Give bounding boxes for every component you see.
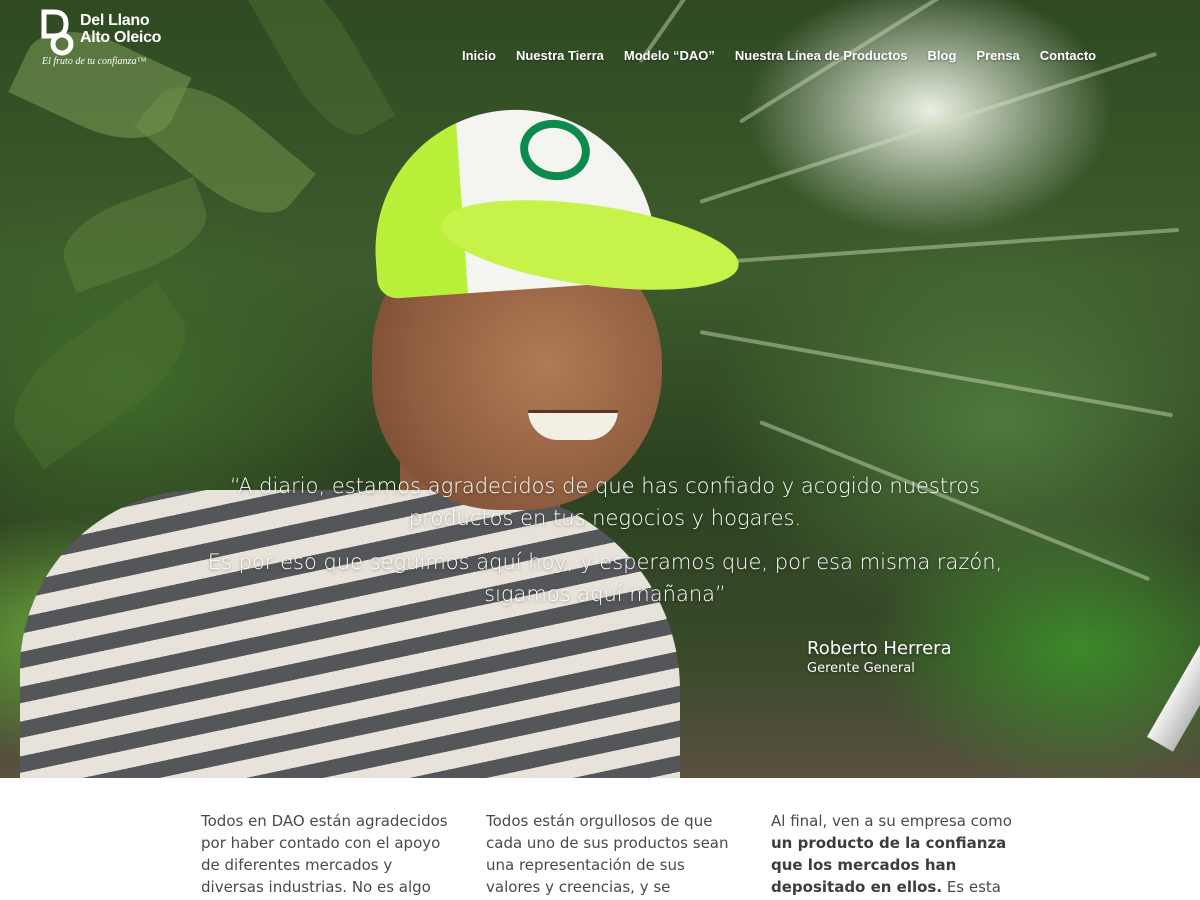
brand-name-line1: Del Llano bbox=[80, 12, 150, 29]
col3-intro: Al final, ven a su empresa como bbox=[771, 812, 1012, 830]
nav-item-inicio[interactable]: Inicio bbox=[462, 48, 496, 63]
palm-frond bbox=[699, 330, 1174, 418]
intro-columns: Todos en DAO están agradecidos por haber… bbox=[201, 810, 1021, 900]
intro-column-1: Todos en DAO están agradecidos por haber… bbox=[201, 812, 448, 896]
site-logo[interactable]: Del Llano Alto Oleico El fruto de tu con… bbox=[40, 8, 200, 68]
nav-item-blog[interactable]: Blog bbox=[928, 48, 957, 63]
intro-column-2: Todos están orgullosos de que cada uno d… bbox=[486, 812, 729, 896]
palm-frond bbox=[719, 227, 1180, 264]
hero-quote: “A diario, estamos agradecidos de que ha… bbox=[190, 470, 1020, 610]
metal-rail bbox=[1147, 598, 1200, 752]
brand-name: Del Llano Alto Oleico bbox=[80, 12, 161, 46]
foliage-decoration bbox=[52, 176, 218, 294]
intro-column-3: Al final, ven a su empresa como un produ… bbox=[771, 810, 1021, 900]
palm-frond bbox=[699, 51, 1158, 204]
main-nav: Inicio Nuestra Tierra Modelo “DAO” Nuest… bbox=[462, 48, 1096, 63]
hero-banner bbox=[0, 0, 1200, 778]
author-name: Roberto Herrera bbox=[807, 638, 952, 659]
nav-item-nuestra-tierra[interactable]: Nuestra Tierra bbox=[516, 48, 604, 63]
author-role: Gerente General bbox=[807, 661, 915, 676]
foliage-decoration bbox=[244, 0, 396, 151]
brand-name-line2: Alto Oleico bbox=[80, 29, 162, 46]
quote-attribution: Roberto Herrera Gerente General bbox=[807, 637, 952, 677]
dao-logo-icon bbox=[41, 9, 74, 56]
quote-paragraph-2: Es por eso que seguimos aquí hoy, y espe… bbox=[207, 550, 1003, 606]
nav-item-modelo-dao[interactable]: Modelo “DAO” bbox=[624, 48, 715, 63]
quote-paragraph-1: “A diario, estamos agradecidos de que ha… bbox=[229, 474, 981, 530]
nav-item-productos[interactable]: Nuestra Línea de Productos bbox=[735, 48, 908, 63]
foliage-decoration bbox=[0, 280, 208, 470]
nav-item-contacto[interactable]: Contacto bbox=[1040, 48, 1096, 63]
nav-item-prensa[interactable]: Prensa bbox=[976, 48, 1019, 63]
brand-tagline: El fruto de tu confianza™ bbox=[42, 56, 147, 67]
